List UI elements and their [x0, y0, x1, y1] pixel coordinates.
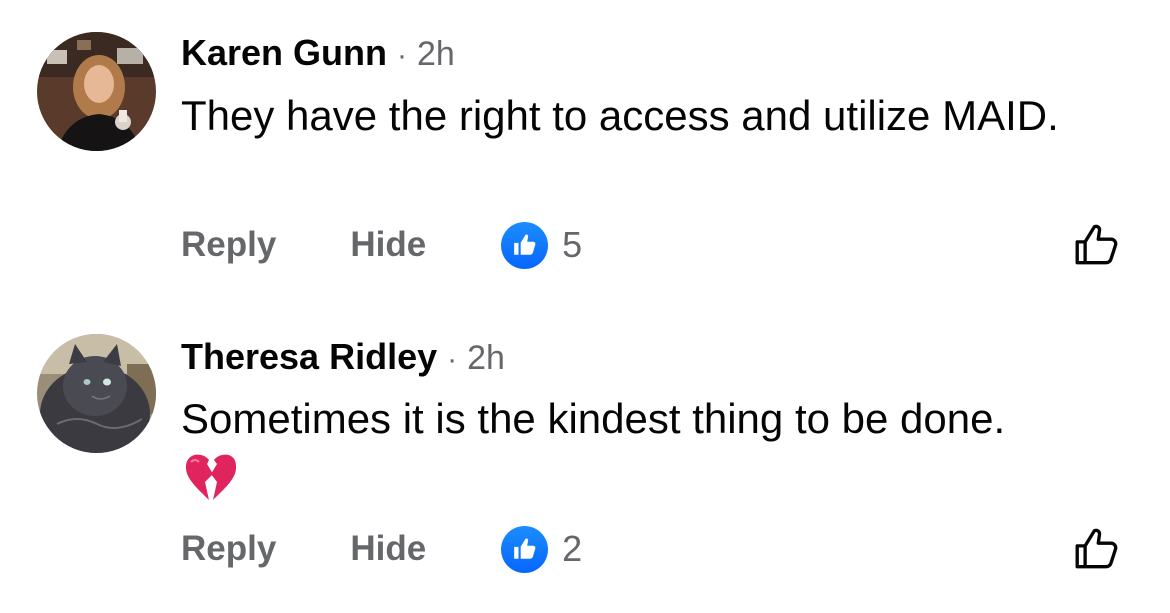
hide-button[interactable]: Hide [350, 225, 426, 265]
reaction-summary[interactable]: 2 [501, 525, 583, 573]
separator-dot: · [447, 343, 458, 376]
comment-text: Sometimes it is the kindest thing to be … [181, 395, 1006, 442]
author-name[interactable]: Theresa Ridley [181, 336, 437, 377]
comment-header: Karen Gunn · 2h [181, 31, 455, 78]
comment-actions: Reply Hide 2 [181, 524, 582, 574]
comment-theresa-ridley: Theresa Ridley · 2h Sometimes it is the ki… [0, 300, 1170, 613]
like-outline-icon[interactable] [1072, 220, 1122, 270]
reaction-summary[interactable]: 5 [501, 221, 583, 269]
avatar[interactable] [37, 334, 156, 453]
hide-button[interactable]: Hide [350, 529, 426, 569]
like-count: 5 [562, 224, 583, 265]
separator-dot: · [397, 39, 408, 72]
avatar[interactable] [37, 32, 156, 151]
timestamp[interactable]: 2h [467, 339, 505, 377]
like-outline-icon[interactable] [1072, 524, 1122, 574]
like-badge-icon [501, 221, 549, 269]
author-name[interactable]: Karen Gunn [181, 32, 387, 73]
broken-heart-icon [183, 452, 239, 504]
comment-header: Theresa Ridley · 2h [181, 335, 505, 382]
comment-actions: Reply Hide 5 [181, 220, 582, 270]
reply-button[interactable]: Reply [181, 529, 276, 569]
comment-text: They have the right to access and utiliz… [181, 92, 1059, 139]
reply-button[interactable]: Reply [181, 225, 276, 265]
like-count: 2 [562, 528, 583, 569]
timestamp[interactable]: 2h [417, 35, 455, 73]
comment-karen-gunn: Karen Gunn · 2h They have the right to acc… [0, 0, 1170, 300]
like-badge-icon [501, 525, 549, 573]
